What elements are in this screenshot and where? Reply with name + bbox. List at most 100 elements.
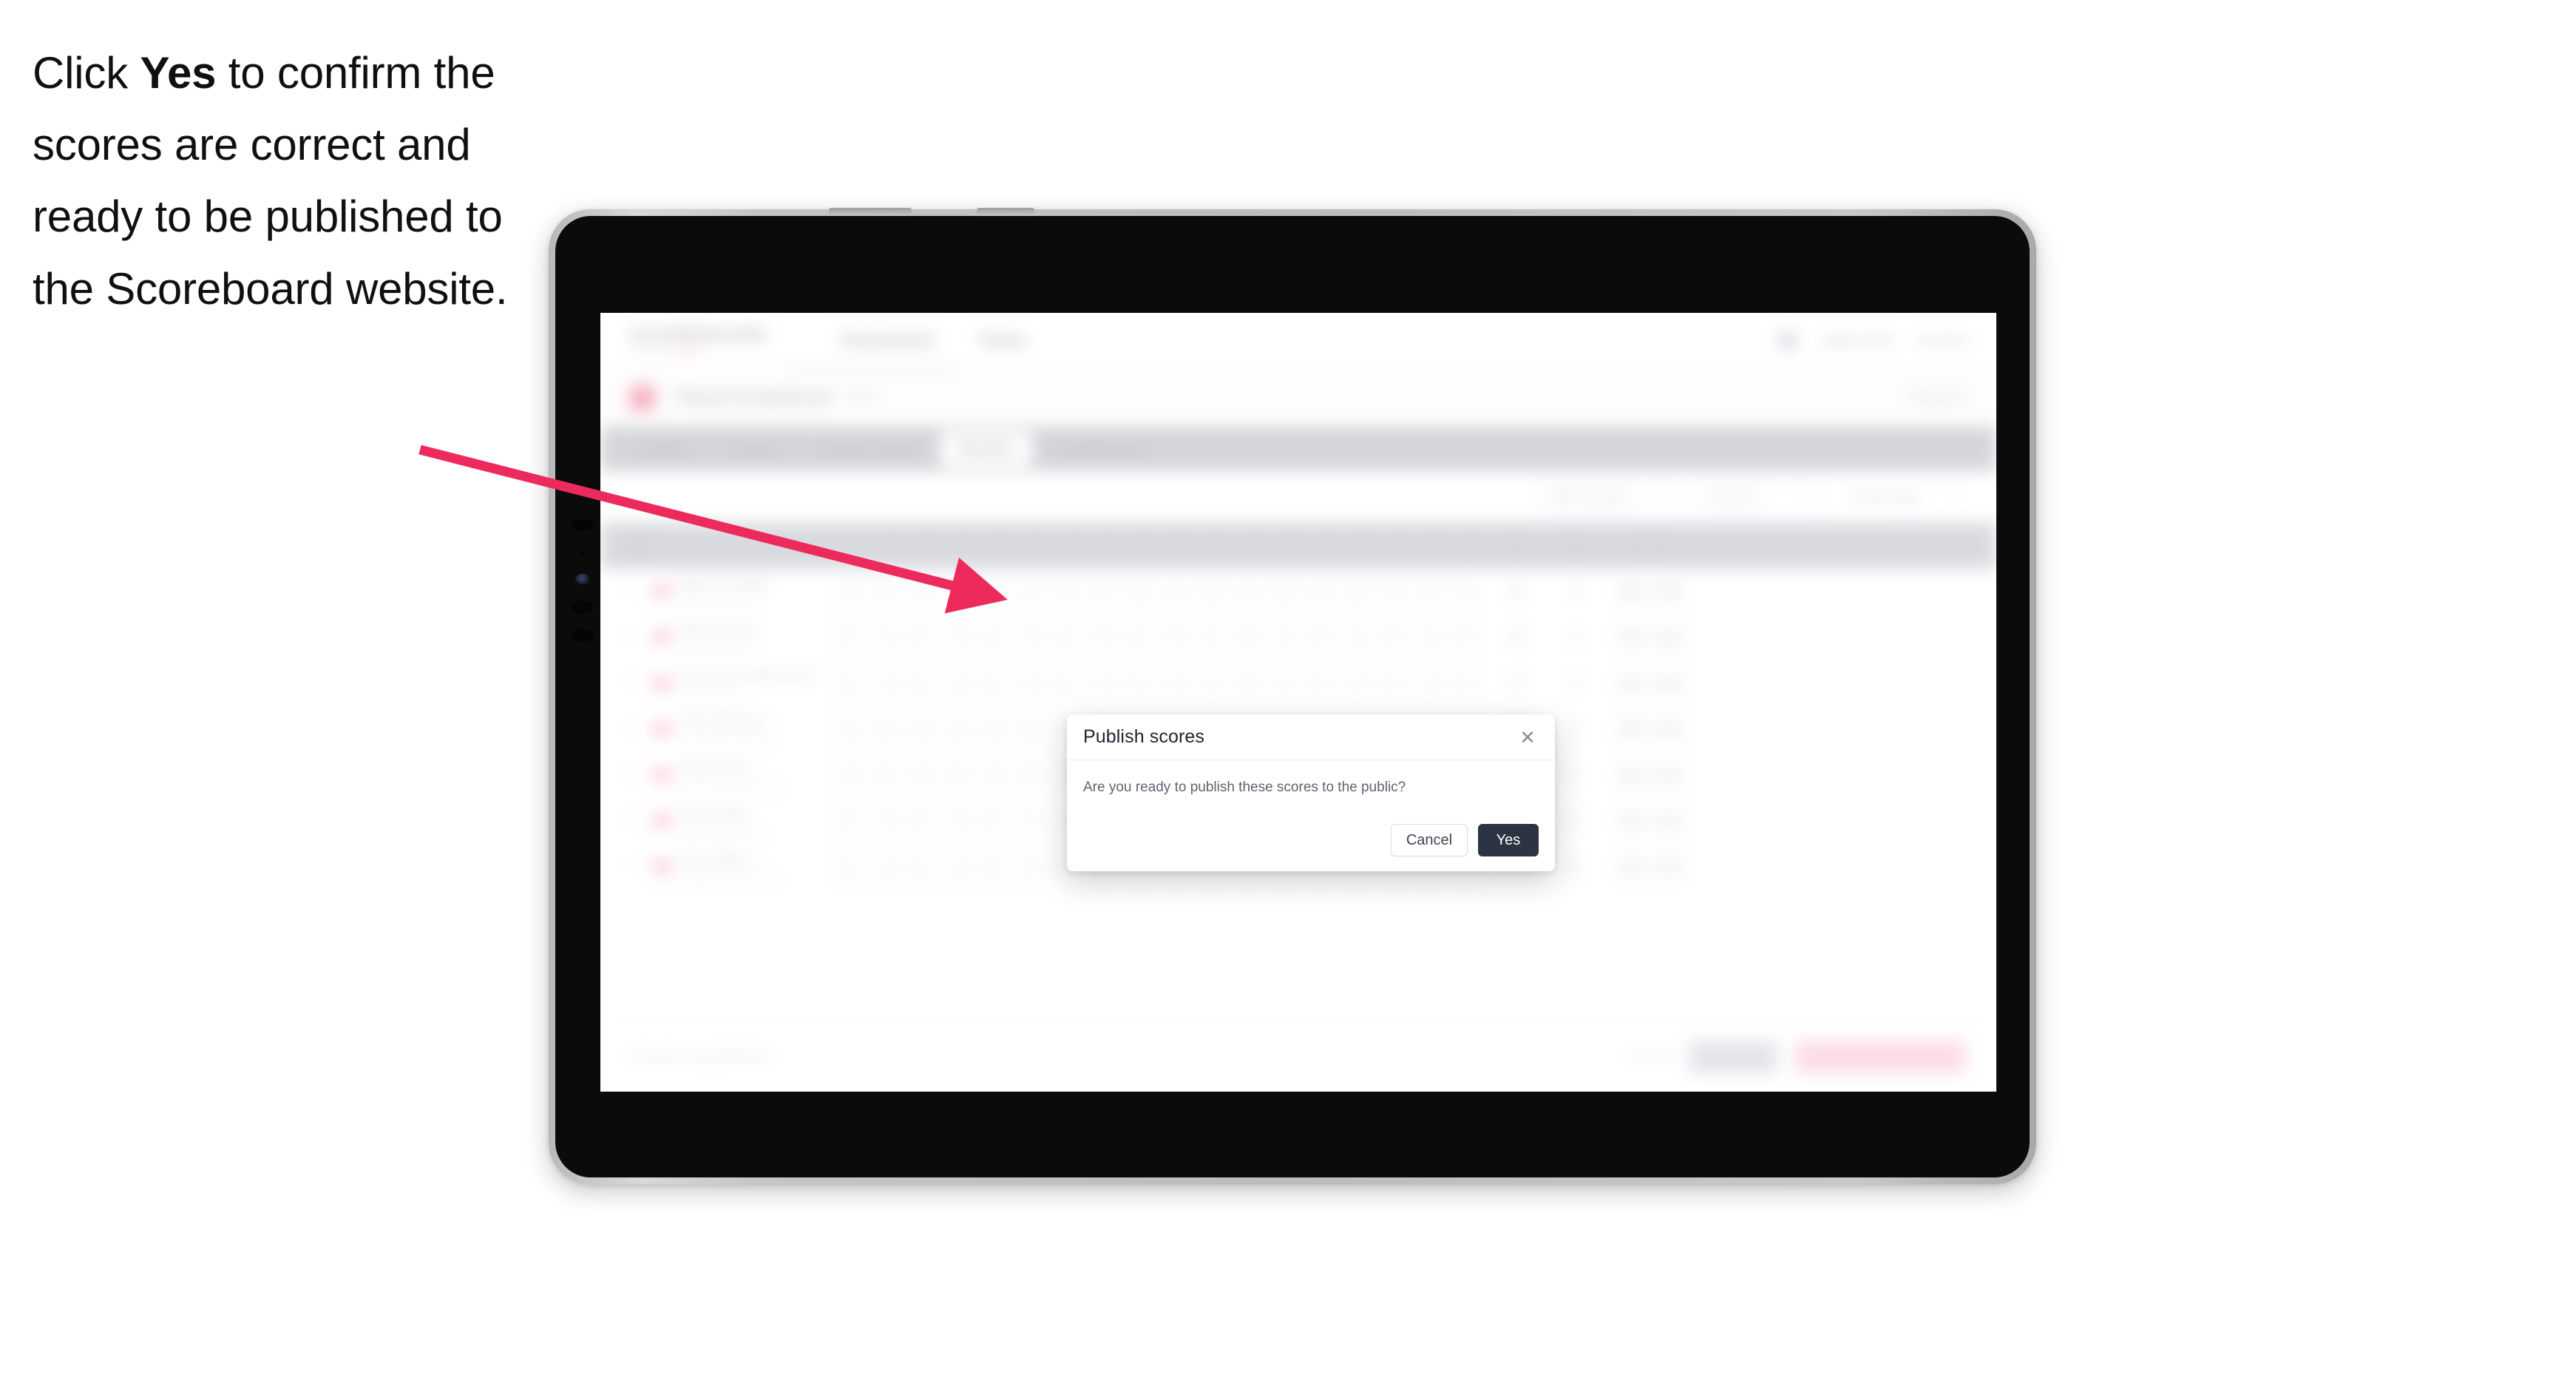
hole-score-input[interactable] [909,763,935,786]
table-cell-hole[interactable] [1199,580,1236,603]
hole-score-input[interactable] [1127,580,1152,603]
table-cell-hole[interactable] [1091,626,1127,649]
table-cell-hole[interactable] [837,809,873,832]
hole-score-input[interactable] [1091,672,1116,694]
hole-score-input[interactable] [1018,672,1043,694]
table-cell-hole[interactable] [1417,580,1453,603]
hole-score-input[interactable] [982,717,1007,740]
table-cell-hole[interactable] [909,763,946,786]
tab-course-setup[interactable]: Course Setup [801,432,935,467]
table-cell-hole[interactable] [1054,672,1091,694]
table-cell-hole[interactable] [873,855,909,878]
table-cell-hole[interactable] [1417,672,1453,694]
table-cell-hole[interactable] [873,626,909,649]
table-cell-hole[interactable] [1344,672,1380,694]
hole-score-input[interactable] [873,580,898,603]
table-cell-hole[interactable] [1018,763,1054,786]
hole-score-input[interactable] [837,855,862,878]
hole-score-input[interactable] [1344,672,1369,694]
nav-link-account[interactable]: Account [1919,333,1967,348]
hole-score-input[interactable] [1091,580,1116,603]
table-cell-hole[interactable] [1380,626,1417,649]
hole-score-input[interactable] [1308,626,1333,649]
filter-team-select[interactable]: Filter by team ▾ [1536,482,1677,512]
hole-score-input[interactable] [1344,626,1369,649]
hole-score-input[interactable] [909,580,935,603]
table-cell-hole[interactable] [837,626,873,649]
table-cell-hole[interactable] [946,763,982,786]
hole-score-input[interactable] [982,763,1007,786]
hole-score-input[interactable] [1236,672,1261,694]
table-cell-hole[interactable] [1163,626,1199,649]
hole-score-input[interactable] [946,672,971,694]
hole-score-input[interactable] [873,763,898,786]
table-cell-hole[interactable] [1163,672,1199,694]
hole-score-input[interactable] [1417,672,1442,694]
hole-score-input[interactable] [1199,672,1224,694]
hole-score-input[interactable] [946,580,971,603]
hole-score-input[interactable] [873,626,898,649]
table-cell-hole[interactable] [1308,626,1344,649]
table-cell-hole[interactable] [1199,672,1236,694]
hole-score-input[interactable] [837,672,862,694]
hole-score-input[interactable] [982,580,1007,603]
table-row[interactable]: 2 Ellen Parrish Royal St Andrews 69 -3 [600,615,1996,660]
table-cell-hole[interactable] [1308,672,1344,694]
hole-score-input[interactable] [1018,809,1043,832]
hole-score-input[interactable] [837,809,862,832]
hole-score-input[interactable] [1308,672,1333,694]
nav-link-tournaments[interactable]: Tournaments [838,332,935,350]
hole-score-input[interactable] [873,672,898,694]
table-cell-hole[interactable] [1018,717,1054,740]
avatar[interactable] [1777,331,1797,351]
hole-score-input[interactable] [1018,763,1043,786]
table-row[interactable]: 1 Marcus Temple Pinehurst Country 68 -4 [600,569,1996,615]
table-cell-hole[interactable] [1236,626,1272,649]
hole-score-input[interactable] [946,717,971,740]
table-cell-hole[interactable] [1453,580,1489,603]
hole-score-input[interactable] [909,855,935,878]
table-cell-hole[interactable] [1453,626,1489,649]
table-cell-hole[interactable] [1018,626,1054,649]
table-cell-hole[interactable] [1054,580,1091,603]
hole-score-input[interactable] [1018,855,1043,878]
table-cell-hole[interactable] [873,672,909,694]
hole-score-input[interactable] [1380,580,1406,603]
hole-score-input[interactable] [1344,580,1369,603]
hole-score-input[interactable] [1018,717,1043,740]
footer-cancel-button[interactable]: Cancel [1627,1049,1671,1065]
table-cell-hole[interactable] [982,763,1018,786]
hole-score-input[interactable] [982,855,1007,878]
table-cell-hole[interactable] [909,717,946,740]
table-cell-hole[interactable] [1018,855,1054,878]
table-cell-hole[interactable] [982,809,1018,832]
hole-score-input[interactable] [1417,626,1442,649]
table-cell-hole[interactable] [946,855,982,878]
table-cell-hole[interactable] [909,855,946,878]
hole-score-input[interactable] [1453,626,1478,649]
hole-score-input[interactable] [982,809,1007,832]
table-cell-hole[interactable] [873,580,909,603]
hole-score-input[interactable] [1272,626,1297,649]
table-cell-hole[interactable] [946,580,982,603]
table-cell-hole[interactable] [1018,580,1054,603]
table-cell-hole[interactable] [909,809,946,832]
hole-score-input[interactable] [909,717,935,740]
table-cell-hole[interactable] [873,763,909,786]
hole-score-input[interactable] [1091,626,1116,649]
table-cell-hole[interactable] [1272,672,1308,694]
footer-save-button[interactable] [1689,1040,1777,1073]
table-cell-hole[interactable] [1344,580,1380,603]
table-cell-hole[interactable] [1018,809,1054,832]
hole-score-input[interactable] [1453,672,1478,694]
hole-score-input[interactable] [1453,580,1478,603]
table-cell-hole[interactable] [1344,626,1380,649]
table-cell-hole[interactable] [837,763,873,786]
table-cell-hole[interactable] [1272,580,1308,603]
hole-score-input[interactable] [1127,672,1152,694]
hole-score-input[interactable] [909,672,935,694]
table-cell-hole[interactable] [982,855,1018,878]
filter-round-select[interactable]: Round 2 ▾ [1696,482,1822,512]
hole-score-input[interactable] [1199,580,1224,603]
yes-button[interactable]: Yes [1478,824,1539,856]
